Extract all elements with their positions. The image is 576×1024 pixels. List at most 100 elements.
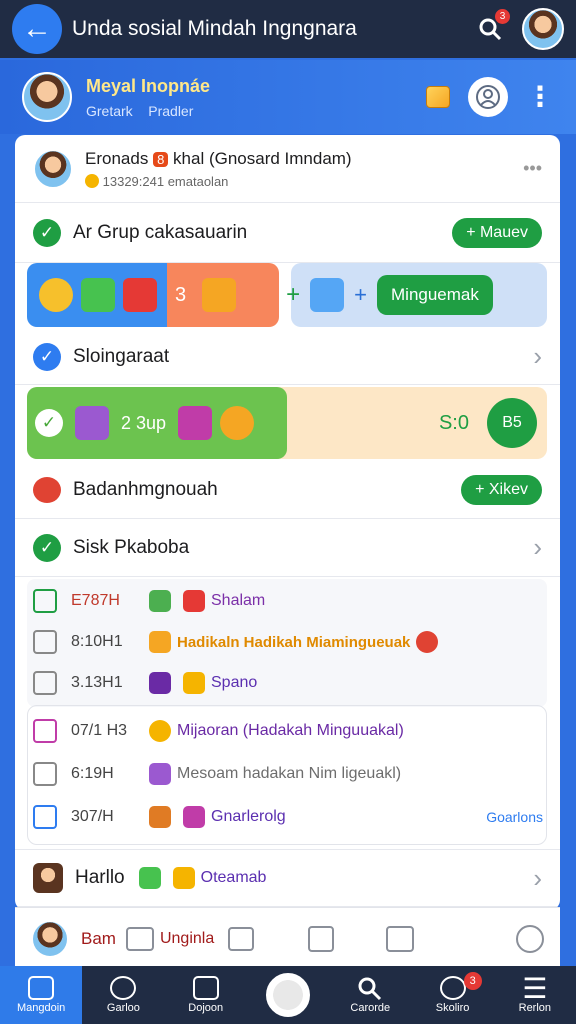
nav-label: Skoliro [435,1002,470,1014]
clipboard-icon[interactable] [308,925,335,952]
nav-search[interactable]: Carorde [329,966,411,1024]
nav-label: Carorde [350,1002,391,1014]
bottom-navigation: Mangdoin Garloo Dojoon Carorde 3 Skoliro… [0,966,576,1024]
list-item-text: Mesoam hadakan Nim ligeuakl) [177,765,402,782]
reward-strip: 3 + + Minguemak [27,263,547,327]
nav-chat[interactable]: Dojoon [165,966,247,1024]
nav-notifications[interactable]: 3 Skoliro [411,966,493,1024]
smiley-icon[interactable] [516,924,544,953]
list-item-text: Gnarlerolg [211,808,286,825]
add-badan-button[interactable]: + Xikev [461,474,542,505]
notification-badge: 3 [495,9,510,24]
nav-timer[interactable]: Garloo [82,966,164,1024]
nav-label: Garloo [106,1002,140,1014]
profile-tab-1[interactable]: Gretark [86,103,133,119]
coin-bag-icon [149,720,171,742]
list-item[interactable]: 6:19H Mesoam hadakan Nim ligeuakl) [33,754,543,794]
nav-label: Dojoon [188,1002,224,1014]
nav-home[interactable]: Mangdoin [0,966,83,1024]
list-item-text: Hadikaln Hadikah Miamingueuak [177,633,411,651]
check-circle-icon-2: ✓ [33,533,61,562]
list-item-text: Spano [211,674,258,691]
composer-avatar[interactable] [31,919,69,958]
wand-icon [149,806,171,828]
list-item-icon [33,630,57,654]
post-title: Eronads [85,148,149,168]
hario-label: Harllo [75,867,125,888]
profile-tab-2[interactable]: Pradler [148,103,193,119]
notification-icon [439,976,466,1000]
sloing-row[interactable]: ✓ Sloingaraat › [15,329,560,385]
add-group-button[interactable]: + Mauev [452,217,542,248]
list-item[interactable]: 307/H Gnarlerolg Goarlons [33,797,543,837]
check-circle-blue-icon: ✓ [33,342,61,371]
gold-coin-icon [220,406,255,440]
edit-icon[interactable] [228,926,255,951]
coin-icon [85,173,99,188]
strip2-score: S:0 [438,411,469,434]
plus-sign-2: + [354,282,367,307]
chevron-right-icon: › [533,341,542,371]
sisk-label: Sisk Pkaboba [73,536,190,558]
search-icon [358,977,382,1001]
hario-row[interactable]: Harllo Oteamab › [15,849,560,907]
nav-center-button[interactable] [247,966,329,1024]
badan-row[interactable]: Badanhmgnouah + Xikev [15,461,560,519]
list-item-text: Shalam [211,592,266,609]
arrow-left-icon: ← [22,12,52,45]
list-item-icon [33,589,57,613]
nav-label: Rerlon [518,1002,552,1014]
app-title: Unda sosial Mindah Ingngnara [72,17,357,40]
nav-menu[interactable]: ☰ Rerlon [494,966,576,1024]
strip-action-button[interactable]: Minguemak [377,275,493,315]
back-button[interactable]: ← [12,4,62,54]
more-horiz-icon[interactable]: ••• [523,158,542,179]
dice-strip: ✓ 2 3up S:0 B5 [27,387,547,459]
list-item[interactable]: 8:10H1 Hadikaln Hadikah Miamingueuak [33,622,543,662]
search-button[interactable]: 3 [472,9,510,47]
crate-icon [149,631,171,653]
home-icon [28,976,55,1000]
list-item[interactable]: 3.13H1 Spano [33,663,543,703]
chevron-right-icon-2: › [533,532,542,562]
potion-icon [149,763,171,785]
list-item-time: 6:19H [71,765,114,782]
profile-name: Meyal Inopnáe [86,75,211,96]
more-vert-icon[interactable]: ⋮ [526,83,554,111]
strip2-text: 2 3up [121,412,167,433]
list-item-icon [33,805,57,829]
coin-bag-icon [39,278,73,312]
center-circle-icon [265,973,310,1017]
list-item[interactable]: 07/1 H3 Mijaoran (Hadakah Minguuakal) [33,711,543,751]
group-row[interactable]: ✓ Ar Grup cakasauarin + Mauev [15,203,560,263]
gem-icon [183,806,205,828]
profile-button[interactable] [468,77,508,117]
strip-number: 3 [175,283,187,306]
chevron-right-icon-3: › [533,862,542,893]
list-item[interactable]: E787H Shalam [33,581,543,621]
list-item-icon [33,719,57,743]
top-app-bar: ← Unda sosial Mindah Ingngnara 3 [0,0,576,58]
see-all-link[interactable]: Goarlons [486,809,543,825]
post-avatar[interactable] [33,148,73,189]
profile-avatar[interactable] [22,72,72,122]
gold-cube-icon[interactable] [426,86,450,108]
image-icon[interactable] [125,926,154,951]
composer-text: Unginla [159,929,215,947]
green-gift-icon [138,867,161,889]
list-item-time: 07/1 H3 [71,722,128,739]
sparkle-icon [183,672,205,694]
group-label: Ar Grup cakasauarin [73,221,248,243]
list-item-time: E787H [71,592,120,609]
home-edit-icon[interactable] [386,925,415,952]
post-header[interactable]: Eronads 8 khal (Gnosard Imndam) 13329:24… [15,135,560,203]
timer-icon [110,976,137,1000]
sword-icon [149,590,171,612]
strip2-circle-button[interactable]: B5 [487,398,537,448]
sisk-row[interactable]: ✓ Sisk Pkaboba › [15,519,560,577]
user-avatar[interactable] [522,8,564,50]
user-circle-icon [476,85,500,109]
green-gift-icon [81,278,115,312]
check-circle-icon: ✓ [33,218,61,247]
check-icon: ✓ [35,409,63,437]
